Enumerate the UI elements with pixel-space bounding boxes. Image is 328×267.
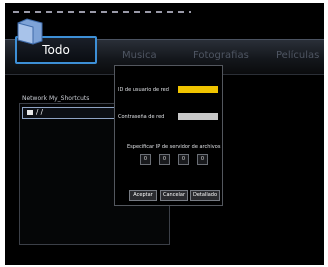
network-login-dialog: ID de usuario de red Contraseña de red E…	[114, 65, 223, 206]
top-dashed-line	[13, 11, 191, 13]
username-label: ID de usuario de red	[118, 87, 169, 93]
ip-octet-3[interactable]: 0	[178, 154, 189, 165]
tab-musica[interactable]: Musica	[122, 50, 157, 61]
folder-small-icon	[27, 110, 33, 115]
username-input[interactable]	[178, 86, 218, 93]
ip-octet-4[interactable]: 0	[197, 154, 208, 165]
password-label: Contraseña de red	[118, 114, 165, 120]
list-item-label: / /	[36, 108, 43, 116]
cancel-button[interactable]: Cancelar	[160, 190, 188, 201]
breadcrumb: Network My_Shortcuts	[22, 95, 90, 102]
folder-icon	[17, 18, 43, 45]
server-ip-label: Especificar IP de servidor de archivos	[127, 144, 221, 150]
detail-button[interactable]: Detallado	[190, 190, 220, 201]
password-input[interactable]	[178, 113, 218, 120]
ip-octet-1[interactable]: 0	[140, 154, 151, 165]
media-browser-screen: Musica Fotografias Películas Todo Networ…	[5, 3, 324, 265]
tab-peliculas[interactable]: Películas	[276, 50, 319, 61]
tab-fotografias[interactable]: Fotografias	[193, 50, 249, 61]
tab-todo-label: Todo	[42, 43, 70, 57]
accept-button[interactable]: Aceptar	[129, 190, 157, 201]
ip-octet-2[interactable]: 0	[159, 154, 170, 165]
